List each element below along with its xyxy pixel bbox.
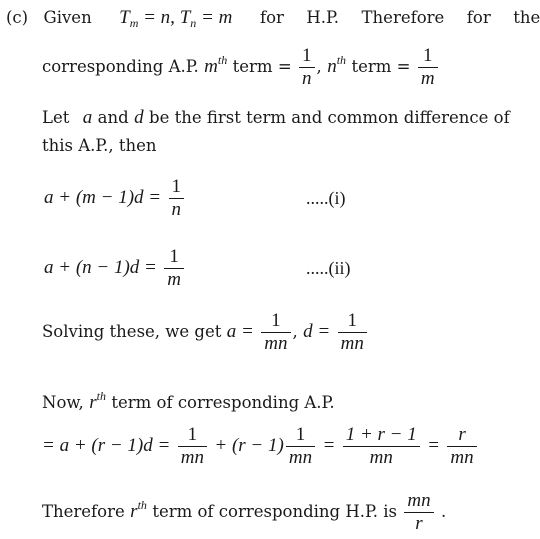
equation-tag-i: .....(i) — [306, 188, 346, 208]
equation-ii: a + (n − 1)d = 1m — [44, 246, 186, 291]
rterm-derivation: = a + (r − 1)d = 1 mn + (r − 1) 1 mn = 1 + … — [42, 424, 479, 469]
line-1-rest: for H.P. Therefore for the — [260, 8, 540, 27]
fraction-1-over-m: 1m — [164, 246, 185, 291]
given-word: Given — [43, 8, 92, 27]
fraction-1-over-n: 1n — [299, 45, 315, 90]
corresponding-ap-text: corresponding A.P. — [42, 57, 199, 76]
given-condition: Tm = n, Tn = m — [119, 7, 233, 31]
solution-line-1: (c) Given Tm = n, Tn = m for H.P. Theref… — [6, 7, 540, 33]
option-label: (c) — [6, 8, 29, 27]
equation-tag-ii: .....(ii) — [306, 258, 351, 278]
fraction-1-over-mn: 1 mn — [285, 424, 316, 469]
fraction-sum-over-mn: 1 + r − 1 mn — [342, 424, 420, 469]
solution-line-3: Let a and d be the first term and common… — [42, 107, 510, 128]
fraction-1-over-mn: 1 mn — [177, 424, 207, 469]
fraction-1-over-m: 1m — [417, 45, 438, 90]
fraction-mn-over-r: mn r — [404, 490, 434, 535]
fraction-1-over-n: 1n — [168, 176, 184, 221]
solving-line: Solving these, we get a = 1 mn, d = 1 mn — [42, 310, 369, 355]
solution-line-4: this A.P., then — [42, 136, 157, 155]
fraction-a-value: 1 mn — [261, 310, 291, 355]
fraction-r-over-mn: r mn — [447, 424, 477, 469]
now-line: Now, rth term of corresponding A.P. — [42, 389, 335, 413]
m-variable: m — [204, 56, 218, 77]
solution-line-2: corresponding A.P. mth term = 1n, nth te… — [42, 45, 440, 90]
conclusion-line: Therefore rth term of corresponding H.P.… — [42, 490, 447, 535]
equation-i: a + (m − 1)d = 1n — [44, 176, 186, 221]
n-variable: n — [327, 56, 337, 77]
fraction-d-value: 1 mn — [337, 310, 367, 355]
